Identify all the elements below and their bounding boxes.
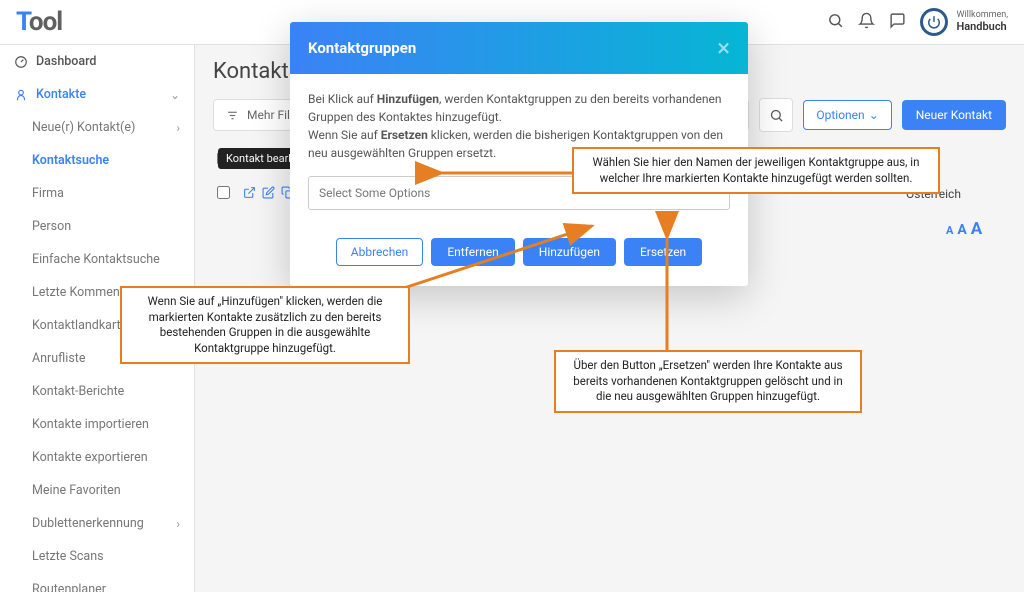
- bell-icon[interactable]: [858, 12, 875, 33]
- new-contact-button[interactable]: Neuer Kontakt: [902, 100, 1006, 130]
- sidebar-item-scans[interactable]: Letzte Scans: [0, 540, 194, 573]
- search-button[interactable]: [759, 98, 793, 132]
- modal-title: Kontaktgruppen: [308, 39, 416, 57]
- arrow-icon: [660, 226, 674, 356]
- power-icon: [920, 8, 948, 36]
- callout-replace: Über den Button „Ersetzen" werden Ihre K…: [554, 350, 862, 413]
- sidebar-item-export[interactable]: Kontakte exportieren: [0, 441, 194, 474]
- dashboard-icon: [14, 55, 28, 69]
- callout-add: Wenn Sie auf „Hinzufügen" klicken, werde…: [120, 286, 410, 364]
- sidebar-item-dubletten[interactable]: Dublettenerkennung›: [0, 507, 194, 540]
- sidebar-item-import[interactable]: Kontakte importieren: [0, 408, 194, 441]
- fontsize-small[interactable]: A: [946, 224, 953, 237]
- chevron-right-icon: ›: [176, 121, 180, 135]
- username: Handbuch: [956, 21, 1008, 33]
- user-welcome[interactable]: Willkommen, Handbuch: [920, 8, 1008, 36]
- sidebar-item-firma[interactable]: Firma: [0, 177, 194, 210]
- arrow-icon: [404, 222, 604, 296]
- sidebar-item-favoriten[interactable]: Meine Favoriten: [0, 474, 194, 507]
- chevron-down-icon: ⌄: [869, 108, 879, 122]
- arrow-icon: [430, 165, 580, 184]
- edit-icon[interactable]: [262, 184, 275, 203]
- header-actions: Willkommen, Handbuch: [827, 8, 1008, 36]
- fontsize-large[interactable]: A: [971, 219, 982, 239]
- sidebar-item-berichte[interactable]: Kontakt-Berichte: [0, 375, 194, 408]
- sidebar-item-einfache[interactable]: Einfache Kontaktsuche: [0, 243, 194, 276]
- search-icon[interactable]: [827, 12, 844, 33]
- sidebar-item-routenplaner[interactable]: Routenplaner: [0, 573, 194, 592]
- sidebar-kontakte[interactable]: Kontakte ⌄: [0, 78, 194, 111]
- options-button[interactable]: Optionen⌄: [803, 100, 891, 130]
- row-checkbox[interactable]: [217, 186, 230, 199]
- chevron-down-icon: ⌄: [170, 88, 180, 102]
- filter-icon: [226, 109, 239, 122]
- close-icon[interactable]: ×: [717, 36, 730, 60]
- logo: Tool: [16, 7, 62, 37]
- user-icon: [14, 88, 28, 102]
- modal-header: Kontaktgruppen ×: [290, 22, 748, 74]
- sidebar-item-kontaktsuche[interactable]: Kontaktsuche: [0, 144, 194, 177]
- chat-icon[interactable]: [889, 12, 906, 33]
- chevron-right-icon: ›: [176, 517, 180, 531]
- fontsize-medium[interactable]: A: [957, 222, 966, 238]
- sidebar-item-person[interactable]: Person: [0, 210, 194, 243]
- open-icon[interactable]: [243, 184, 256, 203]
- callout-select: Wählen Sie hier den Namen der jeweiligen…: [572, 147, 940, 194]
- sidebar-item-neuer-kontakt[interactable]: Neue(r) Kontakt(e)›: [0, 111, 194, 144]
- sidebar-dashboard[interactable]: Dashboard: [0, 45, 194, 78]
